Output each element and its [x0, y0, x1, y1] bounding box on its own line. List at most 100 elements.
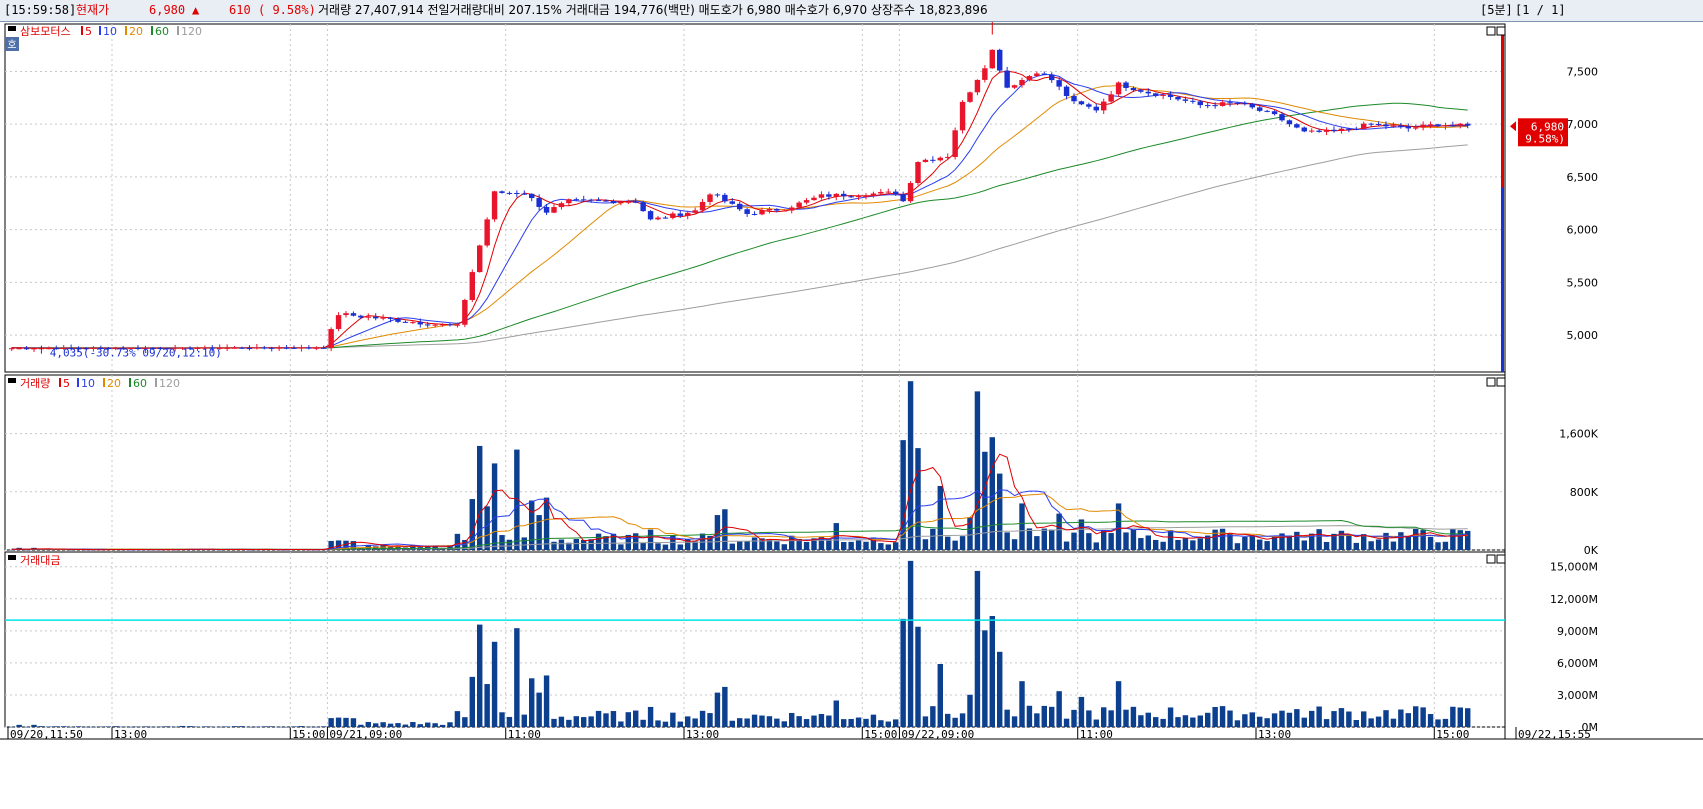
price-candle [529, 193, 535, 199]
volume-bar [945, 536, 951, 550]
trading-value-bar [1026, 705, 1033, 727]
trading-value-bar [1398, 709, 1404, 727]
price-candle [365, 316, 371, 318]
trading-value-bar [1413, 706, 1419, 727]
panel-minimize-button[interactable] [1486, 377, 1496, 387]
volume-bar [1390, 541, 1397, 550]
price-candle [1413, 127, 1419, 129]
price-candle [9, 348, 15, 350]
price-candle [870, 193, 877, 197]
price-title: 삼보모터스 [20, 25, 71, 38]
price-candle [803, 200, 810, 203]
trading-value-bar [1264, 718, 1270, 727]
price-candle [1390, 125, 1397, 127]
trading-value-bar [692, 718, 698, 727]
price-candle [1264, 110, 1270, 112]
trading-value-bar [1004, 709, 1010, 727]
volume-legend-ma120: 120 [159, 377, 180, 390]
trading-value-bar [68, 726, 74, 728]
volume-bar [23, 549, 30, 551]
trading-value-bar [759, 715, 765, 727]
trading-value-bar [766, 716, 773, 727]
panel-close-button[interactable] [1496, 26, 1506, 36]
price-candle [1071, 96, 1077, 102]
volume-bar [1427, 536, 1434, 550]
trading-value-bar [410, 722, 416, 727]
price-candle [1078, 101, 1085, 105]
price-candle [477, 245, 483, 273]
price-candle [1435, 124, 1441, 127]
price-candle [1160, 94, 1166, 96]
trading-value-bar [373, 723, 379, 727]
trading-value-bar [157, 726, 163, 728]
interval-selector[interactable]: [5분] [1480, 0, 1513, 21]
trading-value-bar [38, 726, 45, 727]
price-candle [1279, 114, 1285, 121]
stock-chart-window: [15:59:58] 현재가 6,980 ▲ 610 ( 9.58%) 거래량 … [0, 0, 1703, 809]
price-candle [261, 347, 267, 349]
price-candle [655, 217, 661, 220]
trading-value-bar [1346, 711, 1352, 727]
volume-bar [1056, 513, 1062, 550]
trading-value-bar [217, 726, 223, 728]
volume-bar [952, 540, 958, 550]
price-candle [1101, 101, 1107, 111]
chart-area: 09/20,11:50 13:00 15:00 09/21,09:00 11:00 13:… [0, 22, 1703, 741]
trading-value-bar [841, 719, 847, 727]
trading-value-bar [633, 710, 639, 727]
price-candle [722, 194, 728, 202]
trading-value-bar [1279, 710, 1285, 727]
price-change: 610 [229, 3, 251, 17]
panel-close-button[interactable] [1496, 377, 1506, 387]
trading-value-bar [358, 724, 364, 727]
y-tick-label: 800K [1570, 486, 1599, 499]
x-tick-label: 15:00 [1436, 728, 1469, 741]
volume-title: 거래량 [20, 377, 50, 390]
panel-close-button[interactable] [1496, 554, 1506, 564]
page-indicator[interactable]: [1 / 1] [1515, 0, 1566, 21]
trading-value-bar [722, 686, 728, 727]
trading-value-bar [959, 713, 966, 727]
volume-bar [774, 541, 780, 550]
y-tick-label: 5,000 [1567, 329, 1599, 342]
price-candle [1026, 76, 1033, 80]
volume-bar [751, 537, 758, 550]
price-candle [1338, 128, 1345, 131]
price-legend-swatch [81, 26, 83, 35]
volume-bar [863, 541, 869, 550]
trading-value-bar [432, 723, 438, 727]
price-candle [789, 207, 795, 211]
current-price-tag-change: ( 9.58%) [1512, 132, 1565, 145]
price-candle [863, 196, 869, 198]
panel-minimize-button[interactable] [1486, 26, 1496, 36]
trading-value-bar [1093, 719, 1099, 727]
trading-value-bar [662, 721, 669, 727]
trading-value-bar [1182, 715, 1189, 727]
price-candle [826, 194, 832, 197]
price-candle [31, 348, 37, 350]
price-candle [462, 299, 468, 325]
price-candle [595, 200, 602, 202]
trading-value-bar [83, 726, 89, 728]
volume-legend-marker [8, 378, 16, 383]
price-candle [1331, 129, 1337, 131]
volume-bar [1063, 541, 1070, 550]
trading-value-bar [1115, 681, 1122, 727]
panel-minimize-button[interactable] [1486, 554, 1496, 564]
trading-value-bar [1383, 710, 1389, 727]
price-candle [1465, 123, 1471, 126]
volume-bar [878, 543, 884, 550]
x-tick-label: 13:00 [114, 728, 147, 741]
price-candle [425, 324, 431, 326]
price-candle [959, 101, 966, 131]
price-candle [1294, 124, 1300, 128]
price-candle [1219, 102, 1226, 106]
volume-bar [1234, 543, 1241, 550]
trading-value-bar [625, 712, 631, 727]
x-tick-label: 11:00 [508, 728, 541, 741]
price-candle [350, 313, 357, 316]
price-legend-swatch [151, 26, 153, 35]
trading-value-bar [751, 714, 758, 727]
volume-bar [1049, 529, 1055, 550]
trading-value-bar [365, 721, 371, 727]
